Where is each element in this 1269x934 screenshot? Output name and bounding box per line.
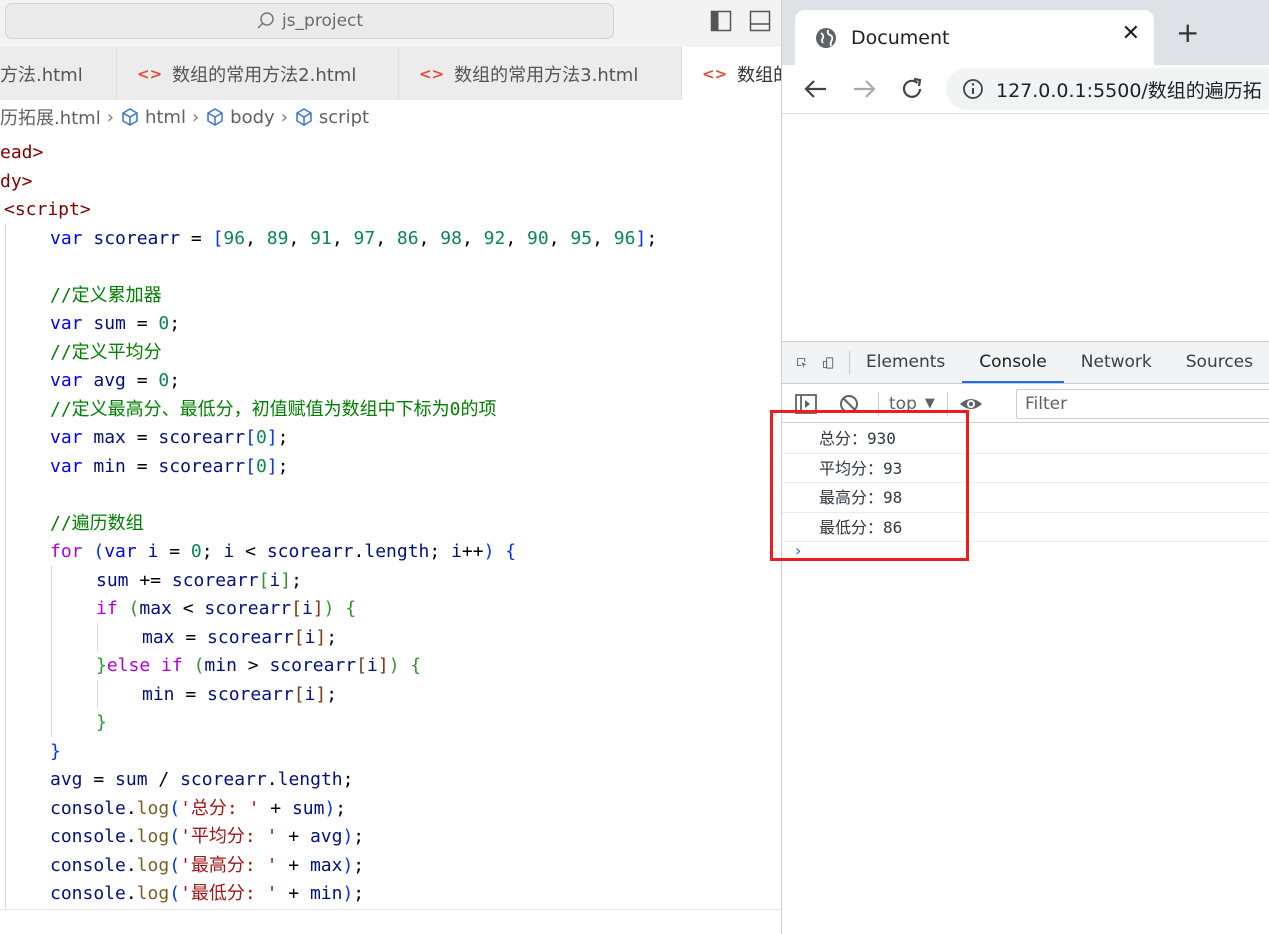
editor-tab-active[interactable]: <> 数组的 [682, 47, 781, 100]
code-line: sum += scorearr[i]; [96, 569, 302, 591]
element-icon [296, 108, 312, 126]
inspect-element-icon[interactable] [796, 351, 808, 375]
device-toolbar-icon[interactable] [822, 351, 834, 375]
browser-toolbar: 127.0.0.1:5500/数组的遍历拓 [782, 65, 1269, 114]
code-comment: //定义最高分、最低分，初值赋值为数组中下标为0的项 [50, 398, 497, 420]
caret-down-icon: ▼ [924, 396, 935, 411]
code-line: var min = scorearr[0]; [50, 455, 289, 477]
code-line: max = scorearr[i]; [142, 626, 338, 648]
indent-guide [5, 224, 6, 909]
highlight-annotation-box [770, 410, 969, 561]
url-text: 127.0.0.1:5500/数组的遍历拓 [996, 79, 1262, 102]
code-line: console.log('平均分: ' + avg); [50, 826, 365, 847]
browser-tab[interactable]: Document ✕ [795, 10, 1154, 65]
code-line: ead> [0, 142, 44, 163]
close-tab-icon[interactable]: ✕ [1122, 21, 1140, 46]
breadcrumb-label: html [144, 106, 186, 128]
globe-icon [816, 27, 836, 48]
editor-tabs: 方法.html <> 数组的常用方法2.html <> 数组的常用方法3.html … [0, 47, 781, 100]
code-line: console.log('最高分: ' + max); [50, 854, 365, 876]
devtools-tab-console[interactable]: Console [962, 342, 1064, 383]
code-line: console.log('最低分: ' + min); [50, 883, 365, 904]
forward-arrow-icon[interactable] [850, 75, 878, 103]
command-center-search[interactable]: js_project [5, 3, 614, 39]
address-bar[interactable]: 127.0.0.1:5500/数组的遍历拓 [946, 68, 1269, 110]
devtools-tab-network[interactable]: Network [1064, 342, 1169, 383]
chevron-right-icon: › [191, 106, 200, 128]
code-comment: //遍历数组 [50, 512, 144, 534]
tab-label: 数组的常用方法3.html [454, 64, 639, 86]
breadcrumb-label: script [318, 106, 370, 128]
breadcrumb-item[interactable]: html [120, 107, 186, 128]
code-line: } [96, 712, 107, 733]
breadcrumb-item[interactable]: body [205, 107, 275, 128]
tab-title: Document [851, 26, 950, 49]
indent-guide [97, 680, 98, 708]
console-filter-input[interactable]: Filter [1016, 389, 1269, 419]
code-line: var avg = 0; [50, 370, 181, 391]
code-line: dy> [0, 170, 33, 192]
breadcrumb: 历拓展.html › html › body › script [0, 100, 781, 134]
toggle-sidebar-icon[interactable] [710, 10, 732, 32]
devtools-tabbar: Elements Console Network Sources [782, 342, 1269, 384]
code-line: for (var i = 0; i < scorearr.length; i++… [50, 541, 517, 562]
editor-tab[interactable]: 方法.html [0, 47, 117, 100]
editor-scrollbar-area[interactable] [0, 909, 781, 934]
toggle-panel-icon[interactable] [749, 10, 771, 32]
breadcrumb-label: body [230, 106, 275, 128]
code-line: }else if (min > scorearr[i]) { [96, 655, 422, 676]
new-tab-button[interactable]: + [1176, 16, 1199, 49]
code-line: var scorearr = [96, 89, 91, 97, 86, 98, … [50, 227, 658, 249]
code-line: var sum = 0; [50, 313, 181, 334]
browser-tab-strip: Document ✕ + [782, 0, 1269, 65]
element-icon [207, 108, 223, 126]
title-bar: js_project [0, 0, 781, 47]
code-area[interactable]: ead> dy> <script> var scorearr = [96, 89… [0, 139, 781, 909]
code-line: } [50, 740, 61, 762]
code-comment: //定义平均分 [50, 341, 162, 363]
indent-guide [97, 623, 98, 651]
search-icon [257, 12, 274, 29]
html-file-icon: <> [137, 64, 163, 83]
chevron-right-icon: › [280, 106, 288, 128]
code-line: <script> [4, 199, 91, 220]
editor-tab[interactable]: <> 数组的常用方法3.html [399, 47, 682, 100]
code-line: min = scorearr[i]; [142, 683, 338, 705]
code-comment: //定义累加器 [50, 284, 162, 306]
tab-label: 数组的常用方法2.html [172, 64, 357, 86]
element-icon [122, 108, 138, 126]
indent-guide [51, 566, 52, 737]
html-file-icon: <> [702, 64, 728, 83]
back-arrow-icon[interactable] [802, 75, 830, 103]
code-editor: js_project 方法.html <> 数组的常用方法2.html <> 数组的… [0, 0, 781, 934]
search-label: js_project [281, 11, 364, 31]
breadcrumb-item[interactable]: script [294, 107, 369, 128]
tab-label: 方法.html [0, 64, 83, 86]
devtools-tab-elements[interactable]: Elements [849, 342, 962, 383]
tab-label: 数组的 [737, 64, 781, 86]
editor-tab[interactable]: <> 数组的常用方法2.html [117, 47, 399, 100]
reload-icon[interactable] [898, 75, 926, 103]
chevron-right-icon: › [106, 106, 114, 128]
info-icon [963, 79, 983, 99]
breadcrumb-item[interactable]: 历拓展.html [0, 104, 101, 130]
code-line: if (max < scorearr[i]) { [96, 598, 357, 619]
code-line: var max = scorearr[0]; [50, 427, 289, 448]
code-line: console.log('总分: ' + sum); [50, 797, 347, 819]
code-line: avg = sum / scorearr.length; [50, 769, 354, 790]
devtools-tab-sources[interactable]: Sources [1169, 342, 1269, 383]
breadcrumb-label: 历拓展.html [0, 108, 101, 129]
html-file-icon: <> [419, 64, 445, 83]
